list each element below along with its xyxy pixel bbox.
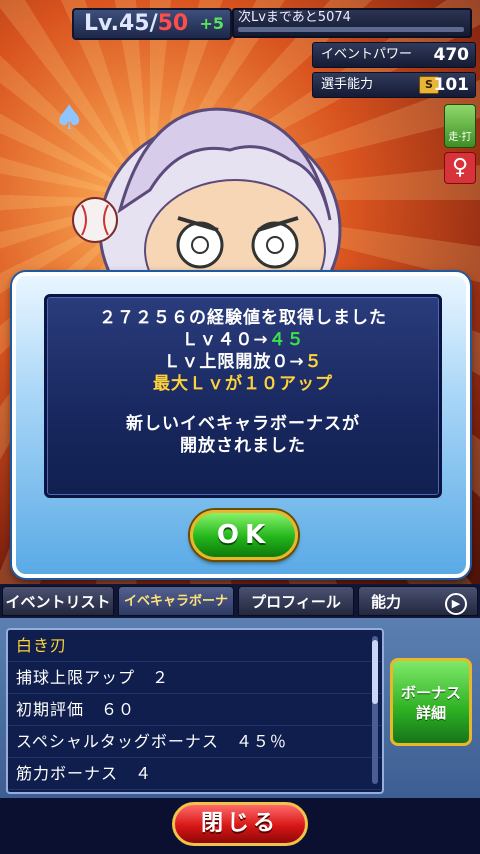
tab-profile[interactable]: プロフィール (238, 586, 354, 616)
event-power-value: 470 (433, 45, 470, 65)
exp-bar (238, 27, 464, 32)
list-item: 筋力ボーナス ４ (8, 758, 382, 790)
player-ability-row: 選手能力 S 101 (312, 72, 476, 98)
bonus-panel: 白き刃 捕球上限アップ ２ 初期評価 ６０ スペシャルタッグボーナス ４５％ 筋… (0, 618, 480, 798)
dialog-line-limit: Ｌｖ上限開放０→５ (47, 351, 439, 373)
position-icon: 走·打 (444, 104, 476, 148)
gender-symbol: ♀ (451, 155, 469, 180)
dialog-line-maxlv: 最大Ｌｖが１０アップ (153, 374, 333, 394)
player-ability-value: 101 (433, 75, 470, 95)
character-portrait (72, 107, 342, 300)
gender-icon: ♀ (444, 152, 476, 184)
event-power-row: イベントパワー 470 (312, 42, 476, 68)
dialog-limit-prefix: Ｌｖ上限開放０→ (163, 352, 305, 372)
next-level-display: 次Lvまであと5074 (232, 8, 472, 38)
spade-icon: ♠ (54, 98, 85, 138)
position-label: 走·打 (448, 132, 472, 143)
list-item: スペシャルタッグボーナス ４５％ (8, 726, 382, 758)
bonus-detail-button[interactable]: ボーナス 詳細 (390, 658, 472, 746)
next-lv-label: 次Lvまであと5074 (238, 10, 351, 25)
lv-prefix: Lv. (84, 11, 119, 36)
bonus-list[interactable]: 白き刃 捕球上限アップ ２ 初期評価 ６０ スペシャルタッグボーナス ４５％ 筋… (6, 628, 384, 794)
lv-current: 45 (118, 11, 150, 36)
tab-ability-label: 能力 (371, 593, 402, 611)
list-item: 初期評価 ６０ (8, 694, 382, 726)
level-display: Lv.45/50 +5 (72, 8, 232, 40)
lv-max: 50 (157, 11, 189, 36)
tab-event-list[interactable]: イベントリスト (2, 586, 114, 616)
event-power-label: イベントパワー (321, 47, 413, 62)
dialog-line-bonus-1: 新しいイベキャラボーナスが (126, 414, 360, 434)
dialog-lv-new: ４５ (268, 330, 305, 350)
tab-bar: イベントリスト イベキャラボーナス プロフィール 能力 ▶ (0, 584, 480, 639)
player-ability-label: 選手能力 (321, 77, 374, 92)
dialog-lv-prefix: Ｌｖ４０→ (181, 330, 269, 350)
dialog-message-box: ２７２５６の経験値を取得しました Ｌｖ４０→４５ Ｌｖ上限開放０→５ 最大Ｌｖが… (44, 294, 442, 498)
list-item: 白き刃 (8, 630, 382, 662)
ok-button[interactable]: OK (190, 510, 298, 560)
dialog-line-lv: Ｌｖ４０→４５ (47, 329, 439, 351)
dialog-limit-new: ５ (304, 352, 323, 372)
bonus-detail-label-2: 詳細 (415, 704, 446, 722)
list-item: 捕球上限アップ ２ (8, 662, 382, 694)
tab-ability[interactable]: 能力 ▶ (358, 586, 478, 616)
result-dialog: ２７２５６の経験値を取得しました Ｌｖ４０→４５ Ｌｖ上限開放０→５ 最大Ｌｖが… (12, 272, 470, 578)
close-button[interactable]: 閉じる (172, 802, 308, 846)
lv-separator: / (149, 11, 158, 36)
list-scroll-thumb[interactable] (372, 640, 378, 704)
dialog-line-bonus-2: 開放されました (180, 436, 306, 456)
bottom-bar: 閉じる (0, 798, 480, 854)
dialog-line-exp: ２７２５６の経験値を取得しました (99, 308, 387, 328)
tab-event-chara-bonus[interactable]: イベキャラボーナス (118, 586, 234, 639)
lv-plus: +5 (199, 14, 224, 33)
play-arrow-icon: ▶ (445, 593, 467, 615)
bonus-detail-label-1: ボーナス (400, 684, 461, 702)
